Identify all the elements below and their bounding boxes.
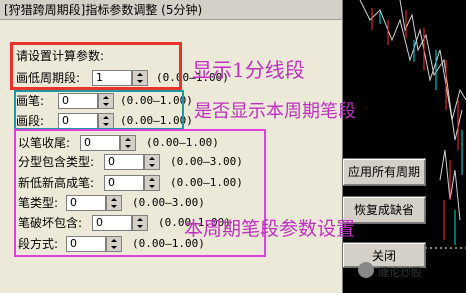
row-label-bi-type: 笔类型: <box>18 196 59 210</box>
header-label: 请设置计算参数: <box>16 49 105 63</box>
wechat-icon <box>358 262 374 278</box>
row-label-low-period: 画低周期段: <box>16 71 81 85</box>
annotation-show-current: 是否显示本周期笔段 <box>194 101 356 122</box>
fractal-type-spinner[interactable] <box>144 154 160 170</box>
low-period-input[interactable]: 1 <box>92 70 132 86</box>
bi-break-input[interactable]: 0 <box>92 215 132 231</box>
new-high-low-range: (0.00—1.00) <box>170 176 243 189</box>
annotation-show-1min: 显示1分线段 <box>192 58 305 82</box>
bi-end-spinner[interactable] <box>120 135 136 151</box>
fractal-type-range: (0.00—3.00) <box>170 155 243 168</box>
row-label-bi-end: 以笔收尾: <box>18 136 71 150</box>
bi-spinner[interactable] <box>98 93 114 109</box>
row-label-duan: 画段: <box>16 114 45 128</box>
param-dialog: [狩猎跨周期段]指标参数调整 (5分钟) 请设置计算参数: 画低周期段: 1 (… <box>0 0 426 293</box>
row-label-bi: 画笔: <box>16 94 45 108</box>
annotation-current-settings: 本周期笔段参数设置 <box>184 218 356 240</box>
new-high-low-input[interactable]: 0 <box>104 175 144 191</box>
duan-spinner[interactable] <box>98 113 114 129</box>
bi-end-input[interactable]: 0 <box>80 135 120 151</box>
bi-input[interactable]: 0 <box>58 93 98 109</box>
bi-break-spinner[interactable] <box>132 215 148 231</box>
duan-range: (0.00—1.00) <box>120 114 193 127</box>
row-label-fractal-type: 分型包含类型: <box>18 155 95 169</box>
bi-end-range: (0.00—1.00) <box>146 136 219 149</box>
bi-type-spinner[interactable] <box>106 195 122 211</box>
fractal-type-input[interactable]: 0 <box>104 154 144 170</box>
watermark-text: 缠论炒股 <box>378 266 422 279</box>
duan-mode-input[interactable]: 0 <box>66 236 106 252</box>
duan-input[interactable]: 0 <box>58 113 98 129</box>
bi-type-range: (0.00—3.00) <box>132 196 205 209</box>
row-label-new-high-low: 新低新高成笔: <box>18 176 95 190</box>
row-label-bi-break: 笔破坏包含: <box>18 216 83 230</box>
bi-range: (0.00—1.00) <box>120 94 193 107</box>
new-high-low-spinner[interactable] <box>144 175 160 191</box>
apply-all-periods-button[interactable]: 应用所有周期 <box>342 158 426 186</box>
dialog-title: [狩猎跨周期段]指标参数调整 (5分钟) <box>0 0 342 20</box>
duan-mode-spinner[interactable] <box>106 236 122 252</box>
row-label-duan-mode: 段方式: <box>18 237 59 251</box>
low-period-spinner[interactable] <box>132 70 148 86</box>
bi-type-input[interactable]: 0 <box>66 195 106 211</box>
